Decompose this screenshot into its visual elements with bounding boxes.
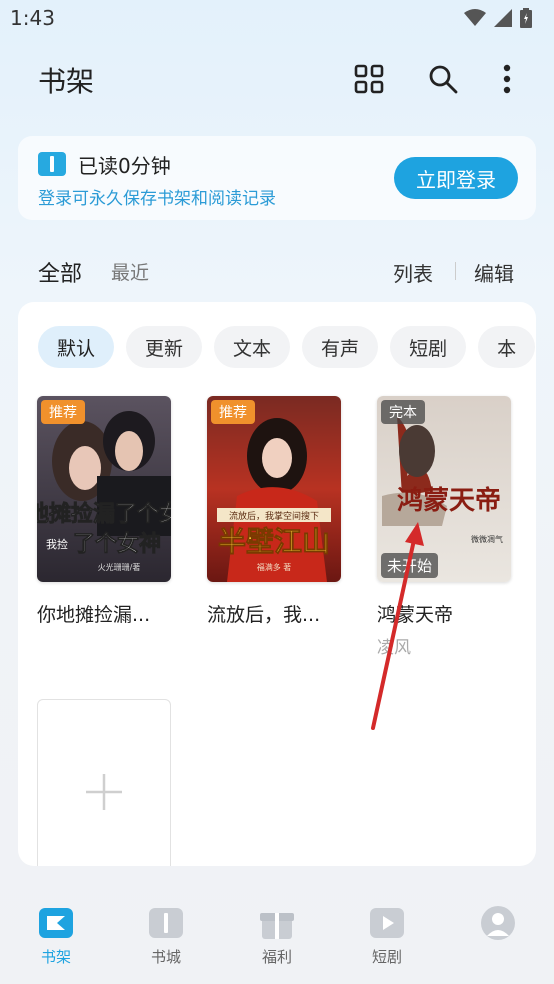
book-title: 鸿蒙天帝 <box>377 604 454 626</box>
chip-short-drama[interactable]: 短剧 <box>390 326 467 368</box>
book-open-icon <box>38 152 66 176</box>
nav-rewards[interactable]: 福利 <box>237 906 317 967</box>
not-started-badge: 未开始 <box>381 553 439 578</box>
nav-profile[interactable] <box>458 906 538 946</box>
recommend-badge: 推荐 <box>211 400 255 424</box>
divider <box>455 262 456 280</box>
edit-button[interactable]: 编辑 <box>474 258 514 287</box>
book-item[interactable]: 鸿蒙天帝 微微凋气 完本 未开始 鸿蒙天帝 凌风 <box>377 396 511 658</box>
book-cover[interactable]: 流放后，我掌空间搜下 半壁江山 福满多 著 推荐 <box>207 396 341 582</box>
status-bar: 1:43 <box>0 0 554 38</box>
chip-audio[interactable]: 有声 <box>302 326 379 368</box>
login-hint[interactable]: 登录可永久保存书架和阅读记录 <box>38 184 276 209</box>
svg-text:我捡: 我捡 <box>46 537 68 551</box>
bookshelf-icon <box>39 906 73 940</box>
wifi-icon <box>464 9 486 31</box>
book-cover[interactable]: 你地摊捡漏了个女神 我捡 了个女神 火光珊珊/著 推荐 <box>37 396 171 582</box>
book-icon <box>149 906 183 940</box>
chip-default[interactable]: 默认 <box>38 326 115 368</box>
battery-icon <box>520 8 532 32</box>
play-icon <box>370 906 404 940</box>
recommend-badge: 推荐 <box>41 400 85 424</box>
svg-text:福满多 著: 福满多 著 <box>257 562 292 572</box>
more-icon[interactable] <box>490 62 524 96</box>
book-item[interactable]: 你地摊捡漏了个女神 我捡 了个女神 火光珊珊/著 推荐 你地摊捡漏... <box>37 396 171 627</box>
login-button[interactable]: 立即登录 <box>394 157 518 199</box>
status-icons <box>464 8 532 32</box>
chip-text[interactable]: 文本 <box>214 326 291 368</box>
completed-badge: 完本 <box>381 400 425 424</box>
page-title: 书架 <box>38 65 95 98</box>
header: 书架 <box>0 50 554 110</box>
search-icon[interactable] <box>426 62 460 96</box>
svg-text:鸿蒙天帝: 鸿蒙天帝 <box>397 485 501 515</box>
book-cover[interactable]: 鸿蒙天帝 微微凋气 完本 未开始 <box>377 396 511 582</box>
svg-text:你地摊捡漏了个女神: 你地摊捡漏了个女神 <box>37 501 171 527</box>
nav-short-drama[interactable]: 短剧 <box>347 906 427 967</box>
svg-text:半壁江山: 半壁江山 <box>218 525 330 558</box>
svg-text:火光珊珊/著: 火光珊珊/著 <box>98 562 141 572</box>
chip-updated[interactable]: 更新 <box>126 326 203 368</box>
svg-text:微微凋气: 微微凋气 <box>471 534 503 544</box>
chip-local[interactable]: 本 <box>478 326 536 368</box>
tab-all[interactable]: 全部 <box>38 256 82 288</box>
bookshelf-panel: 默认 更新 文本 有声 短剧 本 你地摊捡漏了个女神 我捡 了个女神 火光珊珊/… <box>18 302 536 866</box>
avatar-icon <box>481 906 515 940</box>
book-author: 凌风 <box>377 638 411 658</box>
bottom-nav: 书架 书城 福利 短剧 <box>0 890 554 984</box>
status-time: 1:43 <box>10 6 55 30</box>
signal-icon <box>494 9 512 31</box>
gift-icon <box>260 906 294 940</box>
plus-icon <box>86 774 122 810</box>
category-chips: 默认 更新 文本 有声 短剧 本 <box>38 326 536 368</box>
grid-view-icon[interactable] <box>352 62 386 96</box>
book-item[interactable]: 流放后，我掌空间搜下 半壁江山 福满多 著 推荐 流放后，我... <box>207 396 341 627</box>
add-book-button[interactable] <box>37 699 171 866</box>
tab-recent[interactable]: 最近 <box>111 258 149 285</box>
book-title: 你地摊捡漏... <box>37 604 151 626</box>
book-title: 流放后，我... <box>207 604 321 626</box>
svg-text:了个女神: 了个女神 <box>73 531 161 557</box>
login-card: 已读0分钟 登录可永久保存书架和阅读记录 立即登录 <box>18 136 536 220</box>
nav-bookstore[interactable]: 书城 <box>126 906 206 967</box>
svg-text:流放后，我掌空间搜下: 流放后，我掌空间搜下 <box>229 510 319 522</box>
read-time: 已读0分钟 <box>78 154 171 178</box>
list-view-button[interactable]: 列表 <box>393 258 433 287</box>
nav-bookshelf[interactable]: 书架 <box>16 906 96 967</box>
